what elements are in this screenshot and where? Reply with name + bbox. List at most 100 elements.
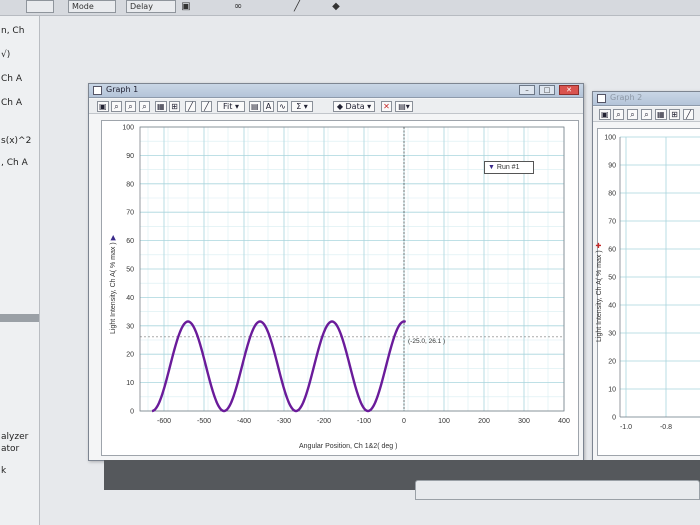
x-tick-label: -600 (157, 418, 171, 425)
coordinates-icon[interactable]: ⊞ (669, 109, 680, 120)
y-tick-label: 60 (608, 247, 616, 254)
y-tick-label: 70 (608, 219, 616, 226)
graph-icon (597, 94, 606, 103)
graph2-titlebar[interactable]: Graph 2 (593, 92, 700, 106)
zoom-icon[interactable]: ⌕ (613, 109, 624, 120)
x-tick-label: -100 (357, 418, 371, 425)
calc-item[interactable]: Ch A (1, 74, 22, 84)
x-tick-label: 100 (438, 418, 450, 425)
x-tick-label: 0 (402, 418, 406, 425)
bottom-panel-tab[interactable] (415, 480, 700, 500)
y-label-text: Light Intensity, Ch A( % max ) (110, 242, 117, 334)
zoom-select-icon[interactable]: ⌕ (641, 109, 652, 120)
annotation-tool[interactable]: A (263, 101, 274, 112)
y-tick-label: 80 (126, 181, 134, 188)
data-label: Data (345, 102, 365, 111)
x-tick-label: 400 (558, 418, 570, 425)
mode-button[interactable]: Mode (68, 0, 116, 13)
calc-item[interactable]: √) (1, 50, 10, 60)
scale-icon[interactable]: ▣ (599, 109, 611, 120)
graph1-window: Graph 1 – □ ✕ ▣ ⌕ ⌕ ⌕ ▦ ⊞ ╱ ╱ Fit ▾ ▤ A … (88, 83, 584, 461)
zoom-out-icon[interactable]: ⌕ (627, 109, 638, 120)
y-tick-label: 100 (604, 135, 616, 142)
graph2-chart[interactable]: 1009080706050403020100-1.0-0.8-0 (598, 129, 700, 455)
coordinate-readout: (-25.0, 26.1 ) (408, 338, 446, 345)
y-tick-label: 50 (608, 275, 616, 282)
graph2-window: Graph 2 ▣ ⌕ ⌕ ⌕ ▦ ⊞ ╱ 100 90 80 70 60 50 40 30 2… (592, 91, 700, 461)
x-tick-label: -400 (237, 418, 251, 425)
graph1-titlebar[interactable]: Graph 1 – □ ✕ (89, 84, 583, 98)
delete-icon[interactable]: ✕ (381, 101, 392, 112)
x-tick-label: -0.8 (660, 424, 672, 431)
y-tick-label: 30 (608, 331, 616, 338)
graph2-y-axis-label: Light Intensity, Ch A( % max ) ✚ (595, 242, 603, 342)
data-dropdown[interactable]: ◆ Data ▾ (333, 101, 375, 112)
y-series-marker: ▶ (110, 234, 117, 241)
y-tick-label: 40 (608, 303, 616, 310)
properties-icon[interactable]: ▤▾ (395, 101, 413, 112)
graph1-title: Graph 1 (106, 85, 139, 94)
curve-icon[interactable]: ∿ (277, 101, 288, 112)
maximize-button[interactable]: □ (539, 85, 555, 95)
y-tick-label: 0 (130, 409, 134, 416)
legend-marker: ▼ (488, 164, 495, 171)
zoom-icon[interactable]: ⌕ (111, 101, 122, 112)
pen-icon[interactable]: ╱ (286, 1, 308, 13)
delay-button[interactable]: Delay (126, 0, 176, 13)
slope-icon[interactable]: ╱ (683, 109, 694, 120)
y-tick-label: 90 (608, 163, 616, 170)
y-tick-label: 40 (126, 295, 134, 302)
fit-dropdown[interactable]: Fit ▾ (217, 101, 245, 112)
minimize-button[interactable]: – (519, 85, 535, 95)
calc-item[interactable]: alyzer (1, 432, 28, 442)
slope-icon[interactable]: ╱ (185, 101, 196, 112)
close-button[interactable]: ✕ (559, 85, 579, 95)
scale-icon[interactable]: ▣ (97, 101, 109, 112)
x-tick-label: 300 (518, 418, 530, 425)
zoom-select-icon[interactable]: ⌕ (139, 101, 150, 112)
x-tick-label: -300 (277, 418, 291, 425)
x-tick-label: 200 (478, 418, 490, 425)
y-tick-label: 100 (122, 125, 134, 132)
calc-item[interactable]: , Ch A (1, 158, 28, 168)
smart-tool-icon[interactable]: ▦ (655, 109, 667, 120)
y-tick-label: 50 (126, 267, 134, 274)
calc-item[interactable]: Ch A (1, 98, 22, 108)
stats-icon[interactable]: ╱ (201, 101, 212, 112)
y-tick-label: 90 (126, 153, 134, 160)
divider (0, 314, 39, 322)
graph1-legend[interactable]: ▼ Run #1 (484, 161, 534, 174)
calc-item[interactable]: n, Ch (1, 26, 24, 36)
graph1-y-axis-label: Light Intensity, Ch A( % max ) ▶ (109, 235, 117, 334)
fit-label: Fit (223, 102, 233, 111)
zoom-out-icon[interactable]: ⌕ (125, 101, 136, 112)
graph-icon (93, 86, 102, 95)
graph1-x-axis-label: Angular Position, Ch 1&2( deg ) (299, 443, 398, 450)
calc-item[interactable]: ator (1, 444, 19, 454)
smart-tool-icon[interactable]: ▦ (155, 101, 167, 112)
notes-icon[interactable]: ▤ (249, 101, 261, 112)
y-tick-label: 70 (126, 210, 134, 217)
y-tick-label: 60 (126, 238, 134, 245)
y-tick-label: 30 (126, 323, 134, 330)
coordinates-icon[interactable]: ⊞ (169, 101, 180, 112)
icon-button[interactable] (26, 0, 54, 13)
save-icon[interactable]: ▣ (180, 1, 192, 13)
calc-item[interactable]: k (1, 466, 6, 476)
y-series-marker: ✚ (596, 242, 603, 249)
app-toolbar: Mode Delay ▣ ∞ ╱ ◆ (0, 0, 700, 16)
graph2-plot-area[interactable]: 1009080706050403020100-1.0-0.8-0 (597, 128, 700, 456)
calc-item[interactable]: s(x)^2 (1, 136, 31, 146)
legend-label: Run #1 (496, 164, 520, 171)
y-tick-label: 10 (126, 380, 134, 387)
x-tick-label: -500 (197, 418, 211, 425)
link-icon[interactable]: ∞ (230, 1, 246, 13)
calculator-panel: n, Ch √) Ch A Ch A s(x)^2 , Ch A alyzer … (0, 16, 40, 525)
x-tick-label: -200 (317, 418, 331, 425)
sigma-dropdown[interactable]: Σ ▾ (291, 101, 313, 112)
y-tick-label: 0 (612, 415, 616, 422)
x-tick-label: -1.0 (620, 424, 632, 431)
y-label-text: Light Intensity, Ch A( % max ) (596, 250, 603, 342)
graph2-title: Graph 2 (610, 93, 643, 102)
eraser-icon[interactable]: ◆ (330, 1, 342, 13)
